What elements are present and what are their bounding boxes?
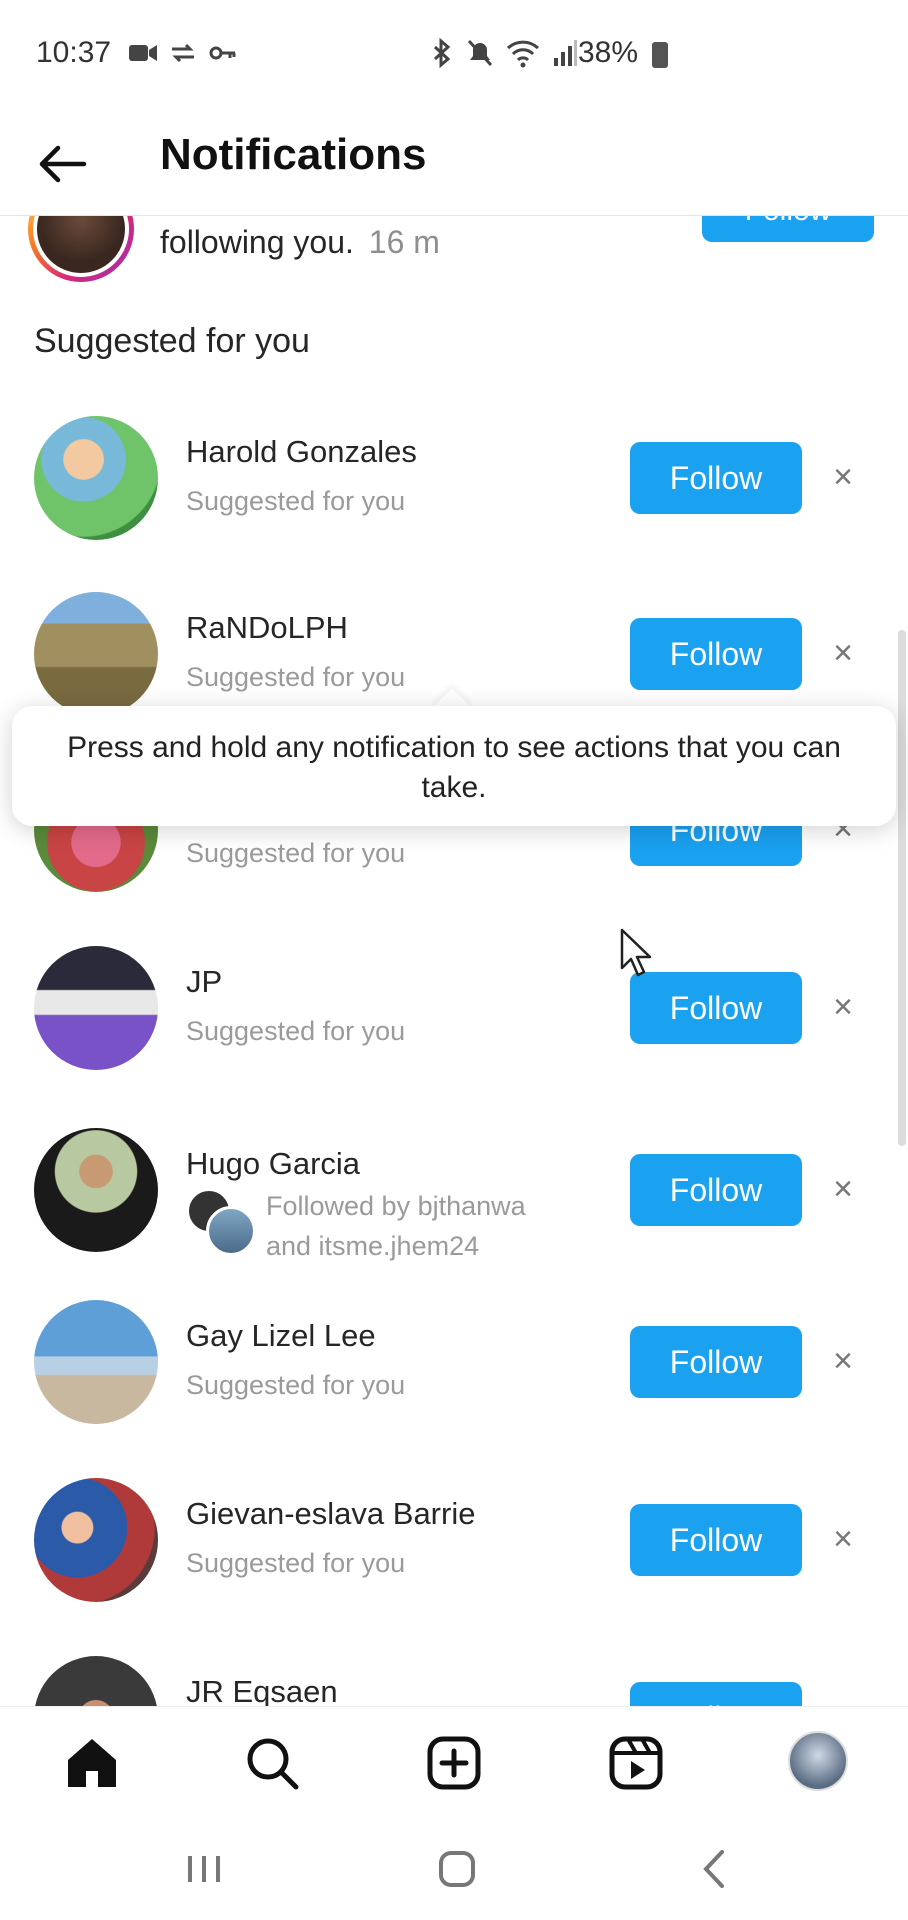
follow-button[interactable]: Follow <box>630 972 802 1044</box>
suggested-row[interactable]: Harold Gonzales Suggested for you Follow… <box>0 416 908 556</box>
follow-button[interactable]: Follow <box>702 216 874 242</box>
user-name[interactable]: Gievan-eslava Barrie <box>186 1496 475 1532</box>
follow-button[interactable]: Follow <box>630 1682 802 1706</box>
avatar[interactable] <box>28 216 134 282</box>
create-icon[interactable] <box>424 1733 484 1793</box>
scrollbar[interactable] <box>898 630 906 1146</box>
tooltip: Press and hold any notification to see a… <box>12 706 896 826</box>
dismiss-icon[interactable]: × <box>826 984 860 1030</box>
battery-percentage: 38% <box>578 36 639 69</box>
follow-button[interactable]: Follow <box>630 618 802 690</box>
wifi-icon <box>506 38 540 73</box>
bottom-navigation <box>0 1706 908 1816</box>
profile-avatar[interactable] <box>788 1731 848 1791</box>
mutual-line-2: and itsme.jhem24 <box>266 1231 480 1261</box>
user-name[interactable]: RaNDoLPH <box>186 610 348 646</box>
home-icon[interactable] <box>62 1733 122 1793</box>
avatar[interactable] <box>34 592 158 716</box>
video-call-icon <box>128 40 158 66</box>
avatar[interactable] <box>34 416 158 540</box>
user-name[interactable]: JP <box>186 964 222 1000</box>
status-right-icons <box>430 37 578 73</box>
avatar[interactable] <box>34 1300 158 1424</box>
follow-button[interactable]: Follow <box>630 1154 802 1226</box>
user-name[interactable]: Gay Lizel Lee <box>186 1318 376 1354</box>
dismiss-icon[interactable]: × <box>826 454 860 500</box>
dismiss-icon[interactable]: × <box>826 630 860 676</box>
avatar[interactable] <box>34 1128 158 1252</box>
key-icon <box>208 40 238 66</box>
user-name[interactable]: JR Eqsaen <box>186 1674 338 1706</box>
avatar[interactable] <box>34 1478 158 1602</box>
section-title: Suggested for you <box>34 322 310 360</box>
recents-icon[interactable] <box>180 1844 230 1894</box>
avatar[interactable] <box>34 946 158 1070</box>
notification-time: 16 m <box>368 224 440 260</box>
mutual-followers-text: Followed by bjthanwa and itsme.jhem24 <box>266 1186 526 1266</box>
suggestion-reason: Suggested for you <box>186 1548 406 1578</box>
notification-text: following you. 16 m <box>160 224 440 261</box>
suggested-row[interactable]: Gay Lizel Lee Suggested for you Follow × <box>0 1300 908 1440</box>
search-icon[interactable] <box>242 1733 302 1793</box>
mutual-followers-avatars <box>186 1188 256 1256</box>
follow-button-label: Follow <box>702 216 874 228</box>
battery-icon <box>652 42 668 68</box>
dismiss-icon[interactable]: × <box>826 1516 860 1562</box>
suggested-row[interactable]: Gievan-eslava Barrie Suggested for you F… <box>0 1478 908 1618</box>
page-title: Notifications <box>160 130 427 179</box>
notification-row[interactable]: following you. 16 m Follow <box>0 216 908 286</box>
suggested-row[interactable]: JP Suggested for you Follow × <box>0 946 908 1086</box>
follow-button[interactable]: Follow <box>630 442 802 514</box>
status-bar: 10:37 38% <box>0 0 908 110</box>
suggestion-reason: Suggested for you <box>186 1370 406 1400</box>
mutual-line-1: Followed by bjthanwa <box>266 1191 526 1221</box>
status-left-icons <box>128 40 238 66</box>
avatar <box>206 1206 256 1256</box>
avatar[interactable] <box>34 1656 158 1706</box>
suggestion-reason: Suggested for you <box>186 486 406 516</box>
notifications-list[interactable]: following you. 16 m Follow Suggested for… <box>0 216 908 1706</box>
reels-icon[interactable] <box>606 1733 666 1793</box>
home-button-icon[interactable] <box>432 1844 482 1894</box>
user-name[interactable]: Hugo Garcia <box>186 1146 360 1182</box>
status-time: 10:37 <box>36 36 112 69</box>
user-name[interactable]: Harold Gonzales <box>186 434 417 470</box>
back-icon[interactable] <box>690 1844 740 1894</box>
sync-icon <box>168 40 198 66</box>
notification-message: following you. <box>160 224 354 260</box>
system-navigation <box>0 1816 908 1920</box>
header: Notifications <box>0 110 908 216</box>
dismiss-icon[interactable]: × <box>826 1166 860 1212</box>
cursor-icon <box>620 928 656 978</box>
dismiss-icon[interactable]: × <box>826 1338 860 1384</box>
suggested-row[interactable]: JR Eqsaen Follow <box>0 1656 908 1706</box>
back-arrow-icon[interactable] <box>34 136 90 192</box>
mute-icon <box>466 38 494 73</box>
suggestion-reason: Suggested for you <box>186 662 406 692</box>
suggestion-reason: Suggested for you <box>186 838 406 868</box>
follow-button[interactable]: Follow <box>630 1326 802 1398</box>
signal-icon <box>552 38 578 73</box>
suggestion-reason: Suggested for you <box>186 1016 406 1046</box>
bluetooth-icon <box>430 37 454 73</box>
suggested-row[interactable]: Hugo Garcia Followed by bjthanwa and its… <box>0 1128 908 1268</box>
follow-button[interactable]: Follow <box>630 1504 802 1576</box>
